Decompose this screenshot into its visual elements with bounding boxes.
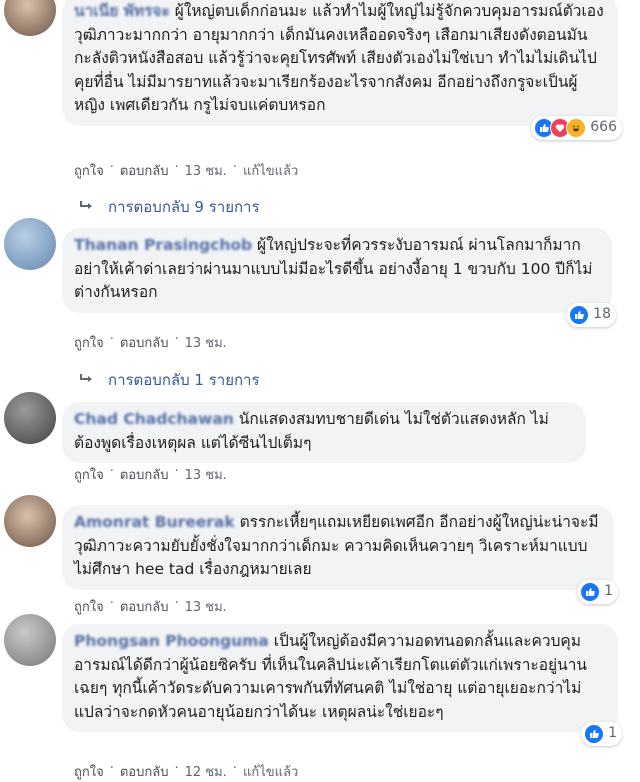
thumbs-up-icon bbox=[569, 304, 590, 325]
separator: · bbox=[174, 761, 179, 776]
timestamp[interactable]: 13 ชม. bbox=[185, 596, 227, 617]
separator: · bbox=[109, 761, 114, 776]
laugh-icon bbox=[566, 117, 587, 138]
timestamp[interactable]: 12 ชม. bbox=[185, 761, 227, 782]
timestamp[interactable]: 13 ชม. bbox=[185, 464, 227, 485]
comment-author[interactable]: Chad Chadchawan bbox=[74, 410, 234, 428]
edited-label[interactable]: แก้ไขแล้ว bbox=[243, 160, 298, 181]
separator: · bbox=[174, 160, 179, 175]
separator: · bbox=[174, 332, 179, 347]
reply-link[interactable]: ตอบกลับ bbox=[120, 160, 169, 181]
timestamp[interactable]: 13 ชม. bbox=[185, 332, 227, 353]
comment-actions: ถูกใจ · ตอบกลับ · 13 ชม. bbox=[74, 464, 227, 485]
comment-actions: ถูกใจ · ตอบกลับ · 13 ชม. · แก้ไขแล้ว bbox=[74, 160, 298, 181]
reaction-count: 1 bbox=[608, 725, 617, 742]
separator: · bbox=[109, 160, 114, 175]
separator: · bbox=[109, 464, 114, 479]
avatar[interactable] bbox=[4, 0, 56, 36]
reply-link[interactable]: ตอบกลับ bbox=[120, 464, 169, 485]
reaction-count: 1 bbox=[604, 582, 613, 599]
like-link[interactable]: ถูกใจ bbox=[74, 160, 104, 181]
reply-link[interactable]: ตอบกลับ bbox=[120, 761, 169, 782]
comment-bubble: Amonrat Bureerak ตรรกะเหี้ยๆแถมเหยียดเพศ… bbox=[62, 505, 618, 604]
thumbs-up-icon bbox=[584, 724, 605, 744]
replies-count-label: การตอบกลับ 1 รายการ bbox=[108, 371, 260, 389]
view-replies-link[interactable]: การตอบกลับ 9 รายการ bbox=[80, 195, 260, 219]
thumbs-up-icon bbox=[580, 581, 601, 602]
avatar[interactable] bbox=[4, 495, 56, 547]
comment-actions: ถูกใจ · ตอบกลับ · 12 ชม. · แก้ไขแล้ว bbox=[74, 761, 298, 782]
reply-link[interactable]: ตอบกลับ bbox=[120, 596, 169, 617]
comment-bubble: นาเนีย พัทรจะ ผู้ใหญ่ตบเด็กก่อนมะ แล้วทำ… bbox=[62, 0, 622, 140]
edited-label[interactable]: แก้ไขแล้ว bbox=[243, 761, 298, 782]
like-link[interactable]: ถูกใจ bbox=[74, 332, 104, 353]
reaction-summary[interactable]: 666 bbox=[531, 115, 622, 140]
reaction-count: 666 bbox=[590, 118, 617, 135]
comment-author[interactable]: Thanan Prasingchob bbox=[74, 236, 252, 254]
separator: · bbox=[109, 332, 114, 347]
reply-arrow-icon bbox=[80, 371, 94, 389]
reaction-count: 18 bbox=[593, 305, 611, 322]
separator: · bbox=[232, 761, 237, 776]
comment-author[interactable]: นาเนีย พัทรจะ bbox=[74, 2, 170, 20]
separator: · bbox=[232, 160, 237, 175]
replies-count-label: การตอบกลับ 9 รายการ bbox=[108, 198, 260, 216]
comment-bubble: Chad Chadchawan นักแสดงสมทบชายดีเด่น ไม่… bbox=[62, 402, 586, 463]
separator: · bbox=[174, 464, 179, 479]
reply-arrow-icon bbox=[80, 198, 94, 216]
comment-bubble: Phongsan Phoonguma เป็นผู้ใหญ่ต้องมีความ… bbox=[62, 624, 622, 746]
separator: · bbox=[109, 596, 114, 611]
avatar[interactable] bbox=[4, 392, 56, 444]
like-link[interactable]: ถูกใจ bbox=[74, 596, 104, 617]
reaction-summary[interactable]: 1 bbox=[577, 579, 618, 604]
reaction-summary[interactable]: 18 bbox=[566, 302, 616, 327]
avatar[interactable] bbox=[4, 614, 56, 666]
comment-bubble: Thanan Prasingchob ผู้ใหญ่ประจะที่ควรระง… bbox=[62, 228, 616, 327]
like-link[interactable]: ถูกใจ bbox=[74, 761, 104, 782]
reply-link[interactable]: ตอบกลับ bbox=[120, 332, 169, 353]
like-link[interactable]: ถูกใจ bbox=[74, 464, 104, 485]
reaction-summary[interactable]: 1 bbox=[581, 722, 622, 746]
timestamp[interactable]: 13 ชม. bbox=[185, 160, 227, 181]
comment-actions: ถูกใจ · ตอบกลับ · 13 ชม. bbox=[74, 332, 227, 353]
view-replies-link[interactable]: การตอบกลับ 1 รายการ bbox=[80, 368, 260, 392]
comment-actions: ถูกใจ · ตอบกลับ · 13 ชม. bbox=[74, 596, 227, 617]
comment-author[interactable]: Amonrat Bureerak bbox=[74, 513, 235, 531]
comment-author[interactable]: Phongsan Phoonguma bbox=[74, 632, 269, 650]
separator: · bbox=[174, 596, 179, 611]
avatar[interactable] bbox=[4, 218, 56, 270]
